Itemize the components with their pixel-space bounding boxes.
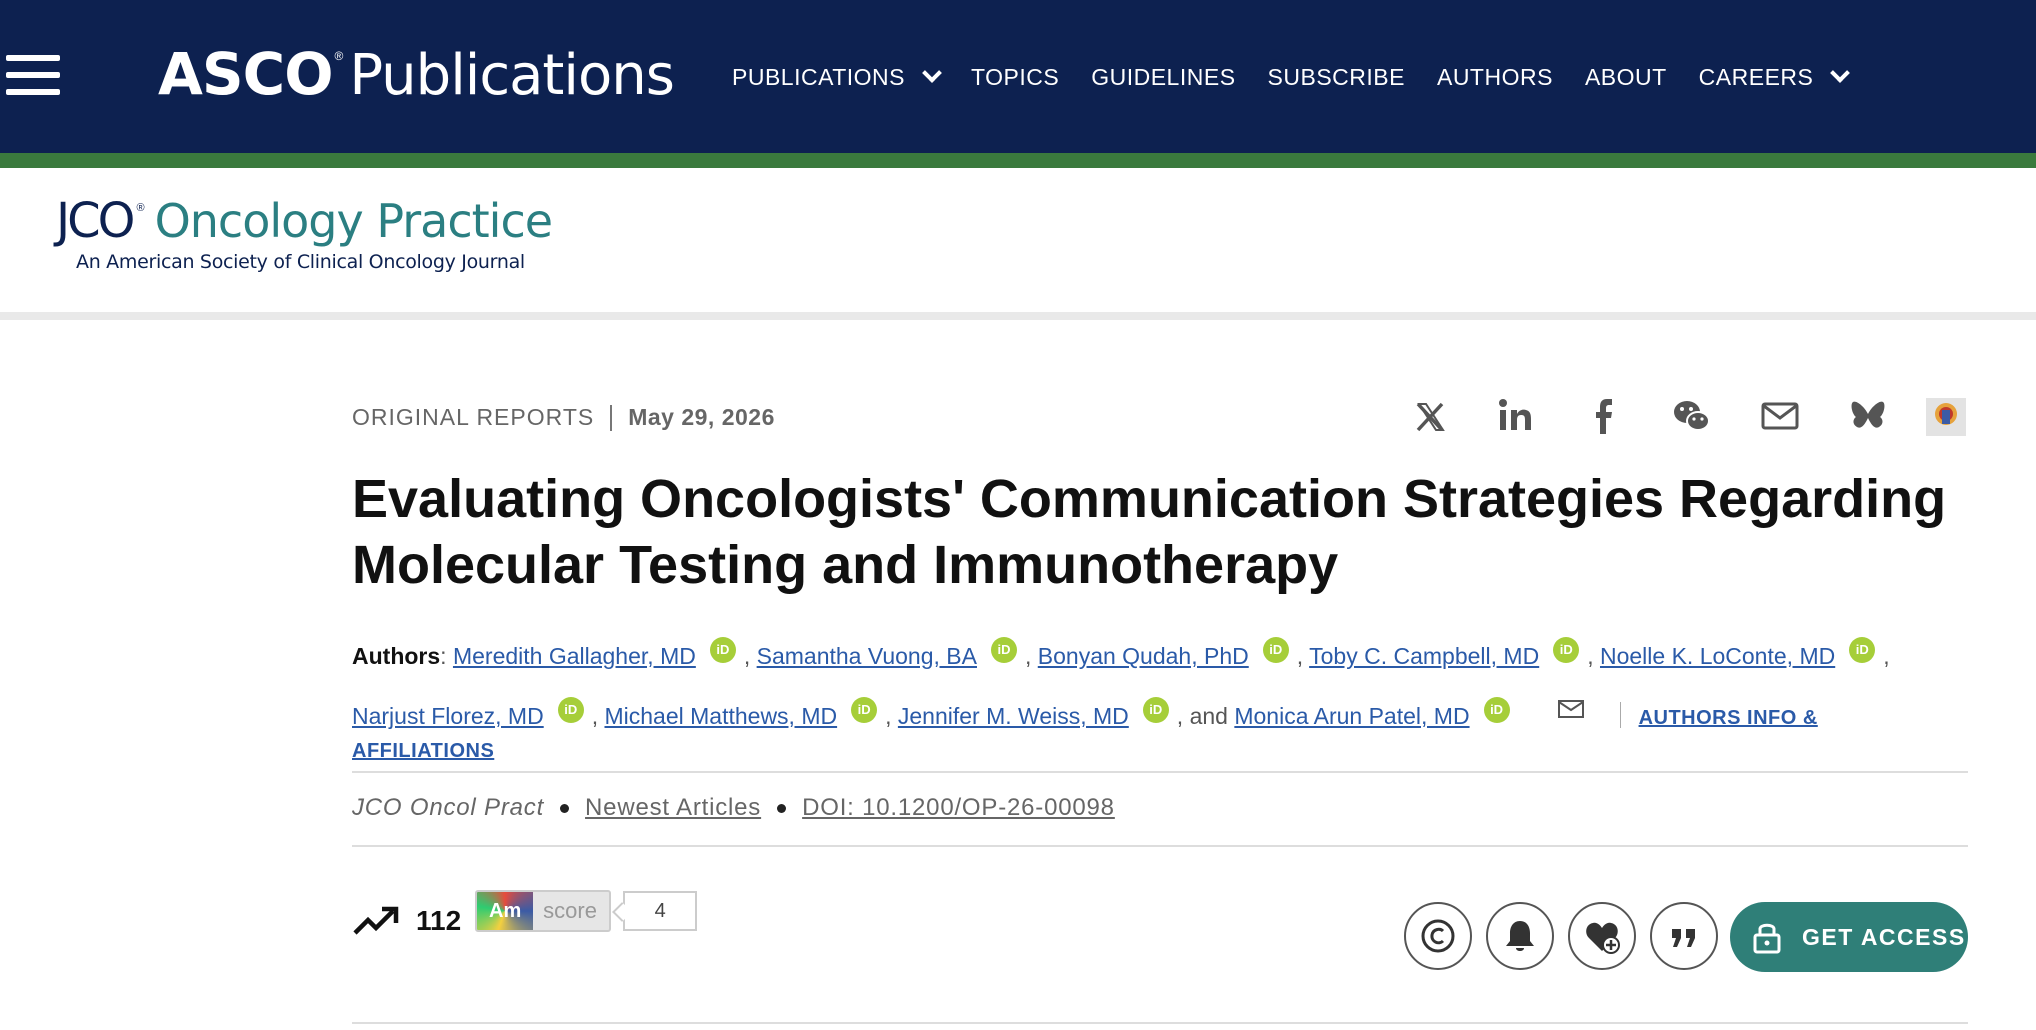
wechat-icon[interactable] <box>1672 396 1712 436</box>
article-title: Evaluating Oncologists' Communication St… <box>352 469 1947 595</box>
nav-item-authors[interactable]: AUTHORS <box>1437 64 1553 91</box>
alerts-button[interactable] <box>1486 902 1554 970</box>
copyright-icon <box>1421 919 1455 953</box>
metrics-bottom-rule <box>352 1022 1968 1024</box>
author-link[interactable]: Toby C. Campbell, MD <box>1309 643 1539 669</box>
citation-top-rule <box>352 771 1968 773</box>
author-link[interactable]: Michael Matthews, MD <box>604 703 837 729</box>
author-link[interactable]: Jennifer M. Weiss, MD <box>898 703 1129 729</box>
citation-bottom-rule <box>352 845 1968 847</box>
authors-label: Authors <box>352 643 441 669</box>
citation-line: JCO Oncol Pract Newest Articles DOI: 10.… <box>352 794 1115 822</box>
author-link[interactable]: Noelle K. LoConte, MD <box>1600 643 1835 669</box>
meta-divider <box>610 404 613 431</box>
top-navigation-bar: ASCO ® Publications PUBLICATIONS TOPICS … <box>0 0 2036 153</box>
accent-strip <box>0 153 2036 168</box>
author-link[interactable]: Meredith Gallagher, MD <box>453 643 696 669</box>
nav-label: SUBSCRIBE <box>1267 64 1405 90</box>
nav-item-topics[interactable]: TOPICS <box>971 64 1059 91</box>
permissions-button[interactable] <box>1404 902 1472 970</box>
article-meta: ORIGINAL REPORTS May 29, 2026 <box>352 404 775 431</box>
author-link[interactable]: Monica Arun Patel, MD <box>1234 703 1469 729</box>
article-actions: GET ACCESS <box>0 902 2036 972</box>
brand-registered-mark: ® <box>334 49 344 63</box>
lock-icon <box>1753 923 1781 954</box>
nav-label: AUTHORS <box>1436 64 1553 90</box>
main-nav: PUBLICATIONS TOPICS GUIDELINES SUBSCRIBE… <box>732 62 1879 91</box>
nav-label: TOPICS <box>971 64 1060 90</box>
author-separator: , <box>743 643 757 669</box>
bullet-separator <box>560 803 570 813</box>
brand-asco: ASCO <box>158 40 334 108</box>
orcid-icon[interactable]: iD <box>1849 637 1876 663</box>
nav-label: PUBLICATIONS <box>732 64 905 90</box>
author-separator: , <box>885 703 898 729</box>
affiliations-divider <box>1619 702 1621 728</box>
orcid-icon[interactable]: iD <box>851 697 878 723</box>
favorite-add-icon <box>1586 922 1620 954</box>
nav-label: ABOUT <box>1584 64 1667 90</box>
orcid-icon[interactable]: iD <box>1262 637 1289 663</box>
header-divider <box>0 312 2036 320</box>
author-list: Authors: Meredith Gallagher, MD iD, Saman… <box>352 626 1992 748</box>
nav-item-about[interactable]: ABOUT <box>1585 64 1667 91</box>
menu-icon[interactable] <box>6 55 60 95</box>
doi-link[interactable]: DOI: 10.1200/OP-26-00098 <box>802 794 1115 822</box>
author-separator: , <box>591 703 605 729</box>
author-separator: , <box>1587 643 1600 669</box>
facebook-icon[interactable] <box>1584 396 1624 436</box>
orcid-icon[interactable]: iD <box>557 697 584 723</box>
publication-date: May 29, 2026 <box>628 404 775 430</box>
orcid-icon[interactable]: iD <box>1483 697 1510 723</box>
orcid-icon[interactable]: iD <box>709 637 736 663</box>
author-and: , and <box>1176 703 1228 729</box>
affiliations-link[interactable]: AFFILIATIONS <box>352 740 494 763</box>
chevron-down-icon <box>1830 62 1851 83</box>
orcid-icon[interactable]: iD <box>990 637 1017 663</box>
nav-item-subscribe[interactable]: SUBSCRIBE <box>1268 64 1405 91</box>
chevron-down-icon <box>922 62 942 83</box>
nav-label: GUIDELINES <box>1091 64 1236 90</box>
nav-item-careers[interactable]: CAREERS <box>1698 62 1851 91</box>
author-separator: , <box>1883 643 1890 669</box>
author-link[interactable]: Bonyan Qudah, PhD <box>1038 643 1249 669</box>
cite-button[interactable] <box>1650 902 1718 970</box>
get-access-label: GET ACCESS <box>1802 923 1966 950</box>
journal-name: Oncology Practice <box>154 194 553 248</box>
email-author-icon[interactable] <box>1557 680 1584 718</box>
journal-registered-mark: ® <box>136 202 145 214</box>
nav-item-guidelines[interactable]: GUIDELINES <box>1091 64 1235 91</box>
add-favorite-button[interactable] <box>1568 902 1636 970</box>
linkedin-icon[interactable] <box>1496 396 1536 436</box>
nav-label: CAREERS <box>1698 64 1814 90</box>
nav-item-publications[interactable]: PUBLICATIONS <box>732 62 942 91</box>
cite-quote-icon <box>1672 929 1695 947</box>
author-link[interactable]: Narjust Florez, MD <box>352 703 544 729</box>
author-separator: , <box>1296 643 1310 669</box>
orcid-icon[interactable]: iD <box>1553 637 1580 663</box>
bluesky-icon[interactable] <box>1848 396 1888 436</box>
bell-icon <box>1506 921 1534 951</box>
mendeley-icon[interactable] <box>1926 396 1966 436</box>
orcid-icon[interactable]: iD <box>1142 697 1169 723</box>
authors-info-link[interactable]: AUTHORS INFO & <box>1639 707 1818 729</box>
brand-publications: Publications <box>349 43 674 108</box>
journal-tagline: An American Society of Clinical Oncology… <box>76 251 525 273</box>
email-icon[interactable] <box>1760 396 1800 436</box>
article-type: ORIGINAL REPORTS <box>352 404 595 430</box>
section-link[interactable]: Newest Articles <box>585 794 761 822</box>
bullet-separator <box>777 803 787 813</box>
authors-colon: : <box>440 643 453 669</box>
journal-logo[interactable]: JCO ® Oncology Practice An American Societ… <box>56 193 553 273</box>
author-link[interactable]: Samantha Vuong, BA <box>757 643 977 669</box>
asco-publications-logo[interactable]: ASCO ® Publications <box>158 40 675 108</box>
journal-abbreviation: JCO Oncol Pract <box>352 794 545 821</box>
x-icon[interactable] <box>1410 396 1450 436</box>
author-separator: , <box>1024 643 1038 669</box>
get-access-button[interactable]: GET ACCESS <box>1730 902 1968 972</box>
journal-abbr: JCO <box>56 193 135 249</box>
